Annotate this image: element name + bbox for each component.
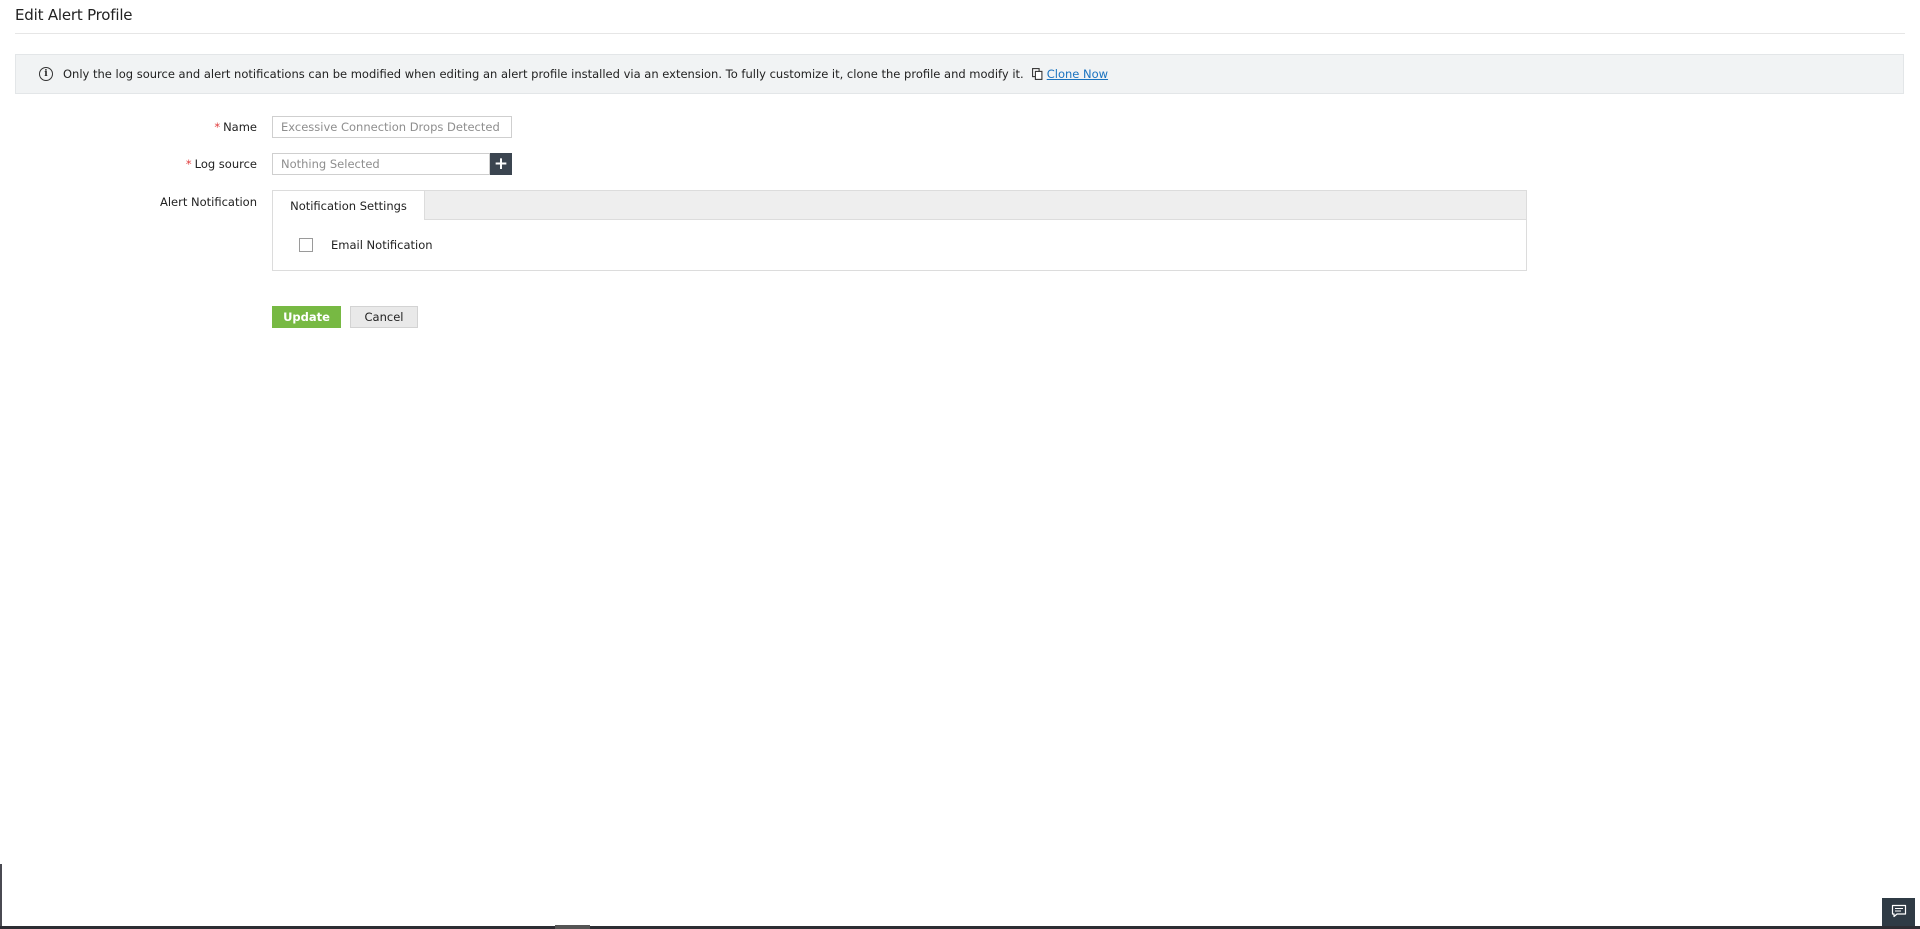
name-label: * Name — [57, 120, 257, 134]
copy-icon[interactable] — [1031, 68, 1043, 80]
email-notification-checkbox[interactable] — [299, 238, 313, 252]
chat-icon — [1891, 903, 1907, 922]
clone-now-link[interactable]: Clone Now — [1047, 67, 1108, 81]
notification-panel: Notification Settings Email Notification — [272, 190, 1527, 271]
title-divider — [15, 33, 1905, 34]
info-icon: i — [39, 67, 53, 81]
update-button[interactable]: Update — [272, 306, 341, 328]
add-log-source-button[interactable]: + — [490, 153, 512, 175]
page-title: Edit Alert Profile — [15, 6, 133, 24]
chat-button[interactable] — [1882, 898, 1915, 926]
tab-notification-settings[interactable]: Notification Settings — [273, 191, 425, 220]
plus-icon: + — [493, 153, 509, 174]
log-source-label-text: Log source — [194, 157, 257, 171]
name-input[interactable]: Excessive Connection Drops Detected — [272, 116, 512, 138]
required-marker: * — [185, 157, 192, 171]
edit-alert-profile-page: Edit Alert Profile i Only the log source… — [0, 0, 1920, 929]
bottom-scroll-marker[interactable] — [555, 925, 590, 929]
log-source-label: * Log source — [57, 157, 257, 171]
alert-notification-label: Alert Notification — [159, 195, 257, 209]
notification-tabbar: Notification Settings — [273, 191, 1526, 220]
email-notification-label: Email Notification — [331, 238, 433, 252]
log-source-select[interactable]: Nothing Selected — [272, 153, 490, 175]
email-notification-row: Email Notification — [299, 238, 433, 252]
left-edge-bar — [0, 864, 2, 929]
required-marker: * — [214, 120, 221, 134]
info-banner: i Only the log source and alert notifica… — [15, 54, 1904, 94]
cancel-button[interactable]: Cancel — [350, 306, 418, 328]
name-label-text: Name — [223, 120, 257, 134]
banner-message: Only the log source and alert notificati… — [63, 67, 1024, 81]
